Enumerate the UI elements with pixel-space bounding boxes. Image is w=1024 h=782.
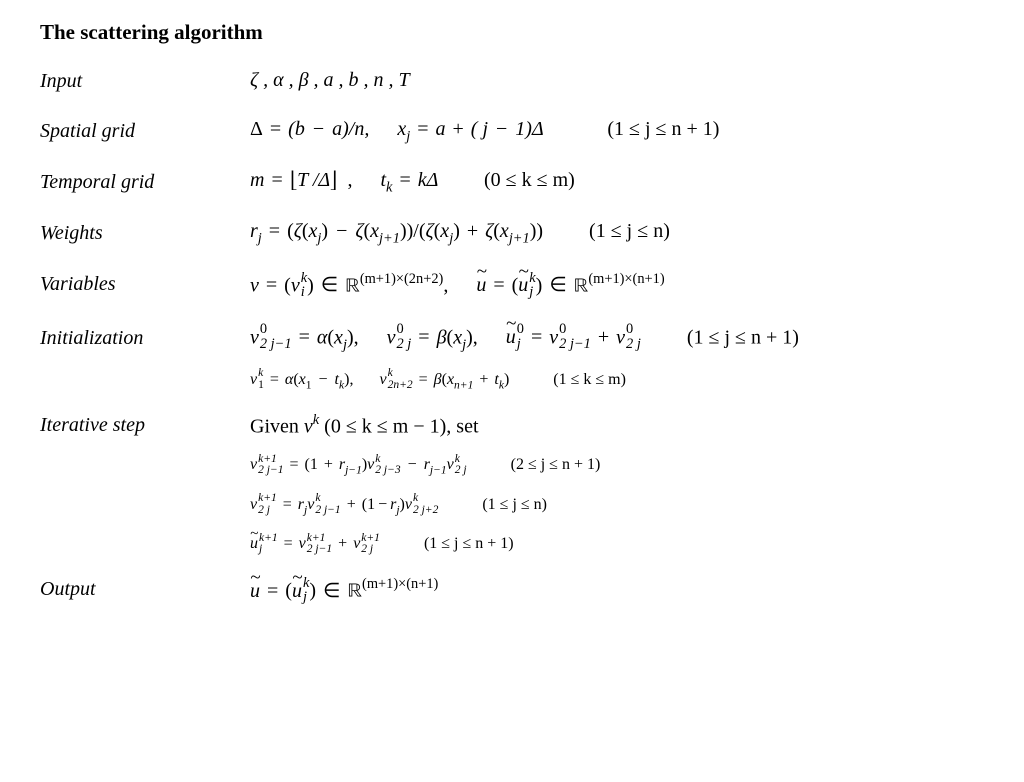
content-variables: v = (vki) ∈ ℝ(m+1)×(2n+2), u = (ukj) ∈ ℝ…	[250, 272, 984, 300]
label-spatial: Spatial grid	[40, 119, 250, 143]
content-iter-1: vk+12 j−1 = (1 + rj−1)vk2 j−3 − rj−1vk2 …	[40, 455, 984, 476]
expr-iter-given: Given vk (0 ≤ k ≤ m − 1), set	[250, 413, 479, 437]
row-output: Output u = (ukj) ∈ ℝ(m+1)×(n+1)	[40, 577, 984, 605]
row-iter: Iterative step Given vk (0 ≤ k ≤ m − 1),…	[40, 413, 984, 437]
row-temporal: Temporal grid m = ⌊T /Δ⌋ , tk = kΔ (0 ≤ …	[40, 170, 984, 195]
expr-variables: v = (vki) ∈ ℝ(m+1)×(2n+2), u = (ukj) ∈ ℝ…	[250, 272, 665, 300]
content-iter-0: Given vk (0 ≤ k ≤ m − 1), set	[250, 413, 984, 437]
page: The scattering algorithm Input ζ , α , β…	[0, 0, 1024, 782]
content-input: ζ , α , β , a , b , n , T	[250, 69, 984, 90]
content-spatial: Δ = (b − a)/n, xj = a + ( j − 1)Δ (1 ≤ j…	[250, 119, 984, 144]
label-output: Output	[40, 577, 250, 601]
content-iter-2: vk+12 j = rjvk2 j−1 + (1−rj)vk2 j+2 (1 ≤…	[40, 495, 984, 516]
row-spatial: Spatial grid Δ = (b − a)/n, xj = a + ( j…	[40, 119, 984, 144]
expr-temporal: m = ⌊T /Δ⌋ , tk = kΔ (0 ≤ k ≤ m)	[250, 170, 575, 195]
content-init-2: vk1 = α(x1 − tk), vk2n+2 = β(xn+1 + tk) …	[40, 370, 984, 391]
content-init-1: v02 j−1 = α(xj), v02 j = β(xj), u0j = v0…	[250, 326, 984, 352]
row-variables: Variables v = (vki) ∈ ℝ(m+1)×(2n+2), u =…	[40, 272, 984, 300]
label-weights: Weights	[40, 221, 250, 245]
label-iter: Iterative step	[40, 413, 250, 437]
content-weights: rj = (ζ(xj) − ζ(xj+1))/(ζ(xj) + ζ(xj+1))…	[250, 221, 984, 246]
content-output: u = (ukj) ∈ ℝ(m+1)×(n+1)	[250, 577, 984, 605]
expr-init-2: vk1 = α(x1 − tk), vk2n+2 = β(xn+1 + tk) …	[250, 370, 626, 391]
content-iter-3: uk+1j = vk+12 j−1 + vk+12 j (1 ≤ j ≤ n +…	[40, 534, 984, 555]
row-init: Initialization v02 j−1 = α(xj), v02 j = …	[40, 326, 984, 352]
row-input: Input ζ , α , β , a , b , n , T	[40, 69, 984, 93]
label-variables: Variables	[40, 272, 250, 296]
label-init: Initialization	[40, 326, 250, 350]
expr-init-1: v02 j−1 = α(xj), v02 j = β(xj), u0j = v0…	[250, 326, 799, 352]
label-input: Input	[40, 69, 250, 93]
row-weights: Weights rj = (ζ(xj) − ζ(xj+1))/(ζ(xj) + …	[40, 221, 984, 246]
content-temporal: m = ⌊T /Δ⌋ , tk = kΔ (0 ≤ k ≤ m)	[250, 170, 984, 195]
expr-input: ζ , α , β , a , b , n , T	[250, 70, 410, 90]
label-temporal: Temporal grid	[40, 170, 250, 194]
expr-output: u = (ukj) ∈ ℝ(m+1)×(n+1)	[250, 577, 438, 605]
expr-iter-1: vk+12 j−1 = (1 + rj−1)vk2 j−3 − rj−1vk2 …	[250, 455, 600, 476]
expr-iter-3: uk+1j = vk+12 j−1 + vk+12 j (1 ≤ j ≤ n +…	[250, 534, 514, 555]
expr-weights: rj = (ζ(xj) − ζ(xj+1))/(ζ(xj) + ζ(xj+1))…	[250, 221, 670, 246]
expr-spatial: Δ = (b − a)/n, xj = a + ( j − 1)Δ (1 ≤ j…	[250, 119, 719, 144]
algorithm-title: The scattering algorithm	[40, 20, 984, 45]
expr-iter-2: vk+12 j = rjvk2 j−1 + (1−rj)vk2 j+2 (1 ≤…	[250, 495, 547, 516]
